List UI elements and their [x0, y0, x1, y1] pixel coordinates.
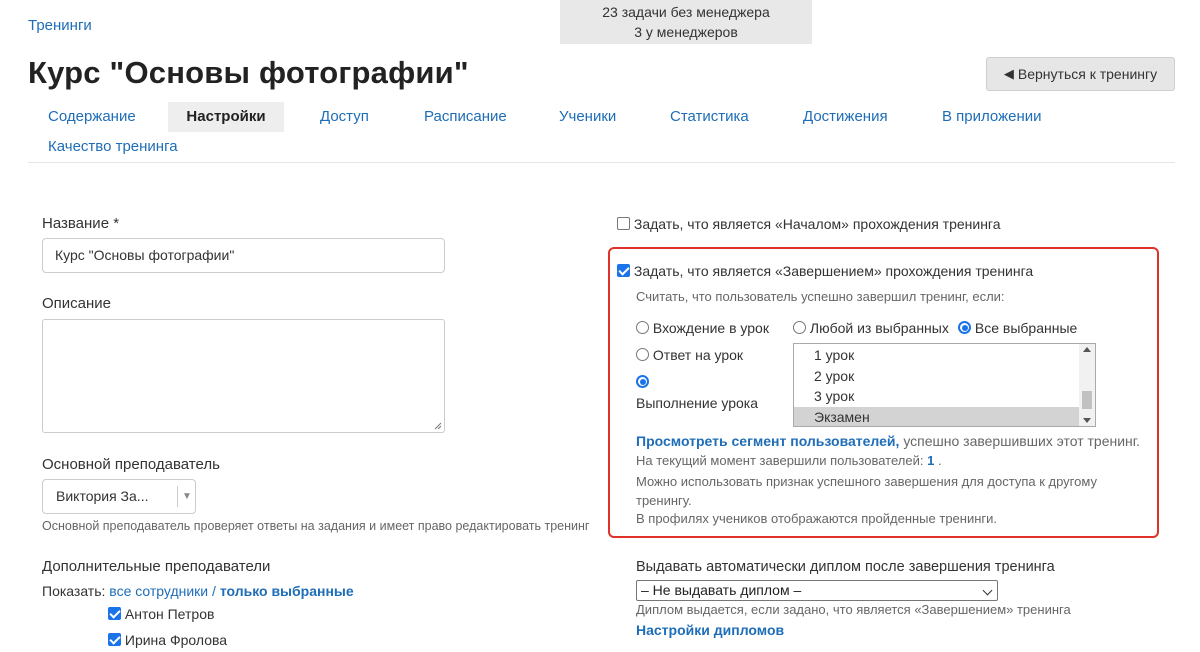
- listbox-scrollbar[interactable]: [1079, 344, 1095, 426]
- start-checkbox-label: Задать, что является «Началом» прохожден…: [633, 216, 1001, 232]
- show-selected-only-link[interactable]: только выбранные: [220, 583, 354, 599]
- radio-lesson-answer-label: Ответ на урок: [652, 347, 744, 363]
- view-segment-link[interactable]: Просмотреть сегмент пользователей,: [636, 433, 899, 449]
- radio-lesson-answer-control[interactable]: [636, 348, 649, 361]
- completion-condition-text: Считать, что пользователь успешно заверш…: [636, 289, 1005, 304]
- teacher-name: Ирина Фролова: [124, 632, 228, 648]
- completion-option[interactable]: Задать, что является «Завершением» прохо…: [617, 263, 1033, 279]
- tab-students[interactable]: Ученики: [559, 102, 616, 132]
- radio-lesson-entry[interactable]: Вхождение в урок: [636, 320, 769, 336]
- main-teacher-value: Виктория За...: [56, 488, 149, 504]
- radio-all-selected-label: Все выбранные: [974, 320, 1078, 336]
- completion-checkbox[interactable]: [617, 264, 630, 277]
- lessons-listbox[interactable]: 1 урок 2 урок 3 урок Экзамен: [793, 343, 1096, 427]
- teacher-name: Антон Петров: [124, 606, 215, 622]
- radio-any-selected-label: Любой из выбранных: [809, 320, 949, 336]
- caret-down-icon: ▼: [182, 491, 192, 502]
- resize-grip-icon[interactable]: [434, 422, 442, 430]
- teacher-checkbox[interactable]: [108, 607, 121, 620]
- teachers-filter: Показать: все сотрудники / только выбран…: [42, 583, 354, 599]
- tasks-without-manager: 23 задачи без менеджера: [602, 4, 770, 20]
- filter-separator: /: [212, 583, 216, 599]
- lesson-option[interactable]: 3 урок: [794, 386, 1079, 407]
- description-textarea[interactable]: [42, 319, 445, 433]
- completed-count-link[interactable]: 1: [927, 453, 934, 468]
- radio-any-selected-control[interactable]: [793, 321, 806, 334]
- radio-lesson-entry-label: Вхождение в урок: [652, 320, 769, 336]
- page-title: Курс "Основы фотографии": [28, 55, 469, 90]
- current-completed-prefix: На текущий момент завершили пользователе…: [636, 453, 924, 468]
- completion-info-access: Можно использовать признак успешного зав…: [636, 474, 1097, 508]
- current-completed-line: На текущий момент завершили пользователе…: [636, 453, 942, 468]
- tabs-divider: [28, 162, 1175, 163]
- back-button-label: Вернуться к тренингу: [1017, 66, 1158, 82]
- scroll-up-icon[interactable]: [1083, 347, 1091, 352]
- main-teacher-label: Основной преподаватель: [42, 456, 220, 473]
- current-completed-suffix: .: [937, 453, 942, 468]
- radio-any-selected[interactable]: Любой из выбранных: [793, 320, 949, 336]
- teacher-checkbox[interactable]: [108, 633, 121, 646]
- tab-schedule[interactable]: Расписание: [424, 102, 507, 132]
- lesson-option-selected[interactable]: Экзамен: [794, 406, 1079, 426]
- completion-checkbox-label: Задать, что является «Завершением» прохо…: [633, 263, 1034, 279]
- name-input[interactable]: Курс "Основы фотографии": [42, 238, 445, 273]
- diploma-hint: Диплом выдается, если задано, что являет…: [636, 602, 1071, 617]
- tab-statistics[interactable]: Статистика: [670, 102, 749, 132]
- lesson-option[interactable]: 2 урок: [794, 366, 1079, 387]
- start-option[interactable]: Задать, что является «Началом» прохожден…: [617, 216, 1001, 232]
- extra-teachers-label: Дополнительные преподаватели: [42, 558, 271, 575]
- diploma-selected-value: – Не выдавать диплом –: [641, 582, 802, 598]
- select-separator: [177, 486, 178, 507]
- start-checkbox[interactable]: [617, 217, 630, 230]
- diploma-settings-link[interactable]: Настройки дипломов: [636, 622, 784, 638]
- tab-content[interactable]: Содержание: [48, 102, 136, 132]
- tab-achievements[interactable]: Достижения: [803, 102, 888, 132]
- chevron-down-icon: [982, 585, 993, 596]
- radio-all-selected-control[interactable]: [958, 321, 971, 334]
- show-all-employees-link[interactable]: все сотрудники: [109, 583, 208, 599]
- arrow-left-icon: ◀: [1003, 66, 1014, 81]
- radio-all-selected[interactable]: Все выбранные: [958, 320, 1077, 336]
- scroll-thumb[interactable]: [1082, 391, 1092, 409]
- tab-in-app[interactable]: В приложении: [942, 102, 1042, 132]
- breadcrumb-trainings[interactable]: Тренинги: [28, 17, 92, 34]
- radio-lesson-completion-label: Выполнение урока: [636, 395, 759, 411]
- tab-settings[interactable]: Настройки: [168, 102, 284, 132]
- radio-lesson-entry-control[interactable]: [636, 321, 649, 334]
- diploma-select[interactable]: – Не выдавать диплом –: [636, 580, 998, 601]
- tab-access[interactable]: Доступ: [320, 102, 369, 132]
- main-teacher-select[interactable]: Виктория За... ▼: [42, 479, 196, 514]
- tab-training-quality[interactable]: Качество тренинга: [48, 132, 178, 162]
- scroll-down-icon[interactable]: [1083, 418, 1091, 423]
- tasks-summary[interactable]: 23 задачи без менеджера 3 у менеджеров: [560, 0, 812, 44]
- radio-lesson-completion-control[interactable]: [636, 375, 649, 388]
- teacher-item[interactable]: Ирина Фролова: [108, 632, 227, 648]
- segment-rest: успешно завершивших этот тренинг.: [903, 433, 1141, 449]
- back-to-training-button[interactable]: ◀ Вернуться к тренингу: [986, 57, 1175, 91]
- segment-line: Просмотреть сегмент пользователей, успеш…: [636, 433, 1140, 449]
- tasks-with-managers: 3 у менеджеров: [634, 24, 738, 40]
- name-label: Название *: [42, 215, 120, 232]
- completion-info-profiles: В профилях учеников отображаются пройден…: [636, 511, 998, 526]
- main-teacher-hint: Основной преподаватель проверяет ответы …: [42, 519, 590, 533]
- radio-lesson-answer[interactable]: Ответ на урок: [636, 347, 743, 363]
- description-label: Описание: [42, 295, 112, 312]
- teacher-item[interactable]: Антон Петров: [108, 606, 214, 622]
- lesson-option[interactable]: 1 урок: [794, 345, 1079, 366]
- show-label: Показать:: [42, 583, 106, 599]
- diploma-label: Выдавать автоматически диплом после заве…: [636, 559, 1055, 575]
